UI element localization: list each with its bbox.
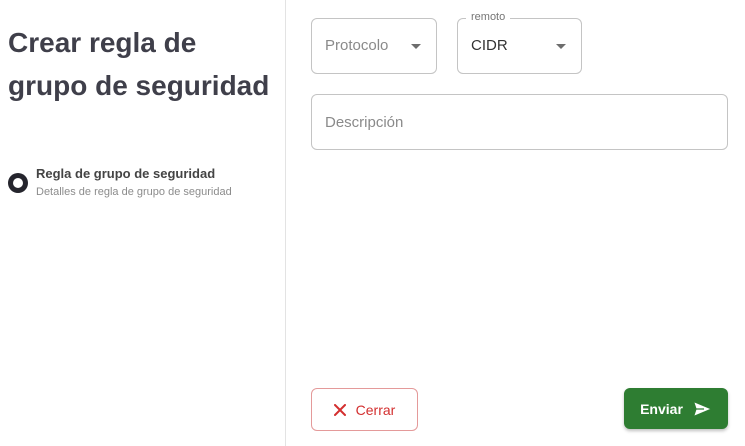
description-placeholder: Descripción <box>325 114 404 131</box>
close-button[interactable]: Cerrar <box>311 388 418 431</box>
remote-value: CIDR <box>471 37 508 54</box>
protocol-select[interactable]: Protocolo <box>311 18 437 74</box>
wizard-sidebar: Crear regla de grupo de seguridad Regla … <box>0 0 286 446</box>
step-active-icon <box>8 173 28 193</box>
remote-label: remoto <box>466 11 511 23</box>
chevron-down-icon <box>411 44 421 49</box>
description-input[interactable]: Descripción <box>311 94 728 150</box>
submit-button[interactable]: Enviar <box>624 388 728 429</box>
send-icon <box>692 400 712 417</box>
protocol-placeholder: Protocolo <box>325 37 389 54</box>
step-subtitle: Detalles de regla de grupo de seguridad <box>36 186 232 198</box>
remote-select[interactable]: remoto CIDR <box>457 11 582 74</box>
close-button-label: Cerrar <box>355 401 396 418</box>
close-icon <box>333 403 346 416</box>
page-title: Crear regla de grupo de seguridad <box>8 27 270 101</box>
step-title: Regla de grupo de seguridad <box>36 166 216 181</box>
chevron-down-icon <box>556 44 566 49</box>
submit-button-label: Enviar <box>640 400 683 417</box>
